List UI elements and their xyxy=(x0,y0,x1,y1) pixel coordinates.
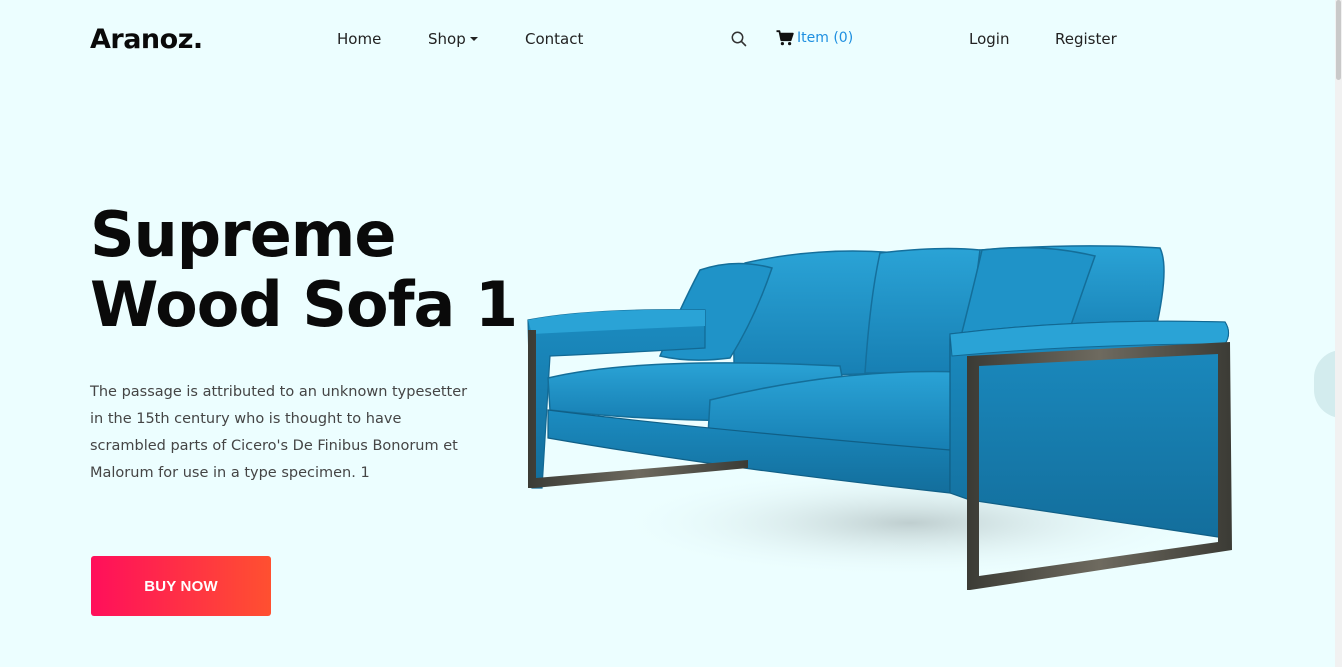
cart-link[interactable]: Item (0) xyxy=(776,30,853,46)
cart-icon xyxy=(776,30,794,46)
site-header: Aranoz. Home Shop Contact Item (0) Login… xyxy=(0,0,1342,80)
buy-now-button[interactable]: BUY NOW xyxy=(91,556,271,616)
blue-sofa-image xyxy=(527,245,1232,590)
nav-shop-dropdown[interactable]: Shop xyxy=(428,30,478,48)
scrollbar-thumb[interactable] xyxy=(1336,0,1341,80)
search-icon[interactable] xyxy=(730,30,748,48)
nav-home-link[interactable]: Home xyxy=(337,30,381,48)
hero-title-line-2: Wood Sofa 1 xyxy=(90,268,518,341)
cart-item-count: Item (0) xyxy=(797,30,854,46)
page-scrollbar[interactable] xyxy=(1335,0,1342,667)
hero-description: The passage is attributed to an unknown … xyxy=(90,384,468,481)
hero-title-line-1: Supreme xyxy=(90,198,396,271)
nav-shop-label: Shop xyxy=(428,30,466,48)
login-link[interactable]: Login xyxy=(969,30,1009,48)
hero-title: Supreme Wood Sofa 1 xyxy=(90,200,520,340)
nav-contact-link[interactable]: Contact xyxy=(525,30,583,48)
register-link[interactable]: Register xyxy=(1055,30,1117,48)
site-logo[interactable]: Aranoz. xyxy=(90,24,203,55)
caret-down-icon xyxy=(469,37,478,41)
